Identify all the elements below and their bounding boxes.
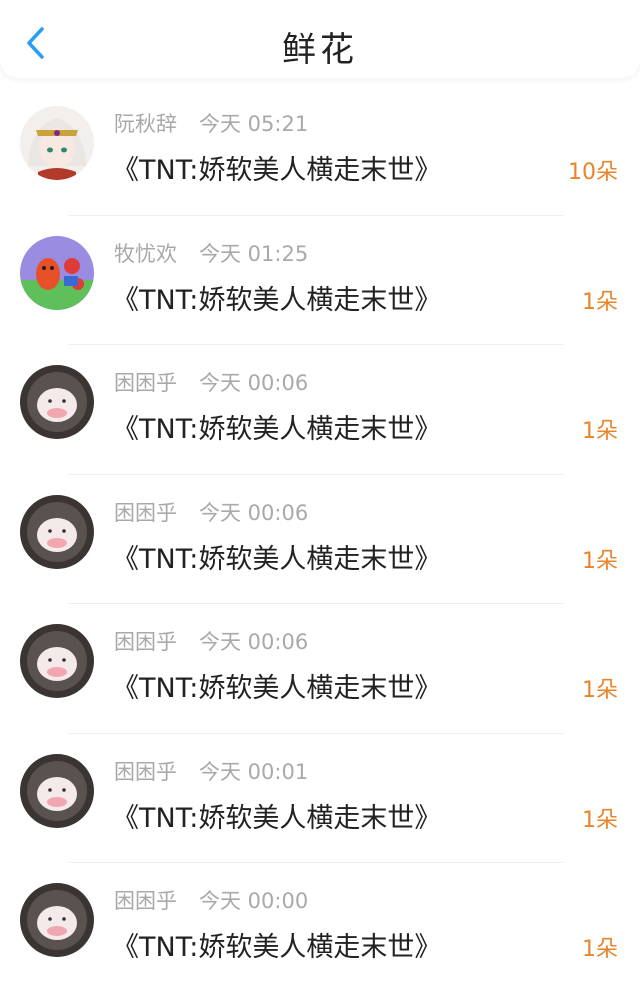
flower-count: 10朵	[568, 160, 618, 185]
list-item[interactable]: 困困乎 今天 00:00 《TNT:娇软美人横走末世》 1朵	[0, 863, 640, 993]
sender-name: 困困乎	[114, 371, 177, 395]
list-item[interactable]: 困困乎 今天 00:06 《TNT:娇软美人横走末世》 1朵	[0, 475, 640, 604]
avatar	[20, 753, 94, 828]
avatar	[20, 235, 94, 310]
flower-count: 1朵	[582, 807, 618, 833]
avatar	[20, 365, 94, 439]
sender-name: 困困乎	[114, 500, 177, 525]
flower-count: 1朵	[582, 937, 618, 962]
item-meta: 困困乎 今天 00:06	[114, 626, 308, 656]
flower-list: 阮秋辞 今天 05:21 《TNT:娇软美人横走末世》 10朵 牧忧欢 今天 01:…	[0, 86, 640, 993]
book-title: 《TNT:娇软美人横走末世》	[112, 155, 442, 186]
book-title: 《TNT:娇软美人横走末世》	[112, 673, 442, 704]
book-title: 《TNT:娇软美人横走末世》	[112, 932, 442, 963]
book-title: 《TNT:娇软美人横走末世》	[112, 414, 442, 445]
timestamp: 今天 00:01	[199, 759, 309, 784]
item-meta: 阮秋辞 今天 05:21	[114, 108, 308, 138]
sender-name: 阮秋辞	[114, 112, 177, 136]
flower-count: 1朵	[582, 678, 618, 703]
book-title: 《TNT:娇软美人横走末世》	[112, 543, 442, 575]
timestamp: 今天 00:06	[199, 630, 309, 654]
item-meta: 困困乎 今天 00:00	[114, 885, 308, 915]
timestamp: 今天 00:06	[199, 371, 309, 395]
item-meta: 牧忧欢 今天 01:25	[114, 238, 308, 268]
avatar	[20, 494, 94, 569]
list-item[interactable]: 牧忧欢 今天 01:25 《TNT:娇软美人横走末世》 1朵	[0, 216, 640, 345]
item-meta: 困困乎 今天 00:06	[114, 367, 308, 397]
flower-count: 1朵	[582, 548, 618, 574]
list-item[interactable]: 困困乎 今天 00:06 《TNT:娇软美人横走末世》 1朵	[0, 345, 640, 475]
avatar	[20, 106, 94, 180]
avatar	[20, 883, 94, 957]
sender-name: 牧忧欢	[114, 241, 177, 266]
timestamp: 今天 05:21	[199, 112, 309, 136]
timestamp: 今天 00:06	[199, 500, 309, 525]
avatar	[20, 624, 94, 698]
book-title: 《TNT:娇软美人横走末世》	[112, 802, 442, 834]
sender-name: 困困乎	[114, 630, 177, 654]
list-item[interactable]: 阮秋辞 今天 05:21 《TNT:娇软美人横走末世》 10朵	[0, 86, 640, 216]
flower-count: 1朵	[582, 289, 618, 315]
list-item[interactable]: 困困乎 今天 00:06 《TNT:娇软美人横走末世》 1朵	[0, 604, 640, 734]
item-meta: 困困乎 今天 00:01	[114, 756, 308, 786]
page-title: 鲜花	[282, 30, 358, 70]
timestamp: 今天 00:00	[199, 889, 309, 913]
list-item[interactable]: 困困乎 今天 00:01 《TNT:娇软美人横走末世》 1朵	[0, 734, 640, 863]
timestamp: 今天 01:25	[199, 241, 309, 266]
item-meta: 困困乎 今天 00:06	[114, 497, 308, 527]
book-title: 《TNT:娇软美人横走末世》	[112, 284, 442, 316]
flower-count: 1朵	[582, 419, 618, 444]
top-bar: 鲜花	[0, 0, 640, 78]
sender-name: 困困乎	[114, 889, 177, 913]
sender-name: 困困乎	[114, 759, 177, 784]
